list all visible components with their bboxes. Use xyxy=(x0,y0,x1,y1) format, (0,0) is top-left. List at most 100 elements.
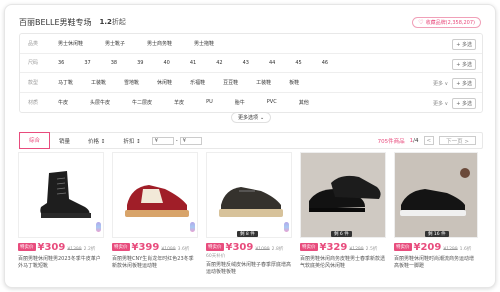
product-name[interactable]: 百丽男鞋休闲商务皮鞋男士春季新款透气软底英伦风休闲鞋 xyxy=(300,256,386,270)
product-image[interactable] xyxy=(18,152,104,238)
store-header: 百丽BELLE男鞋专场 1.2折起 ♡ 收藏品牌(2,358,207) xyxy=(19,15,481,29)
filter-row-category: 品类 男士休闲鞋 男士靴子 男士商务鞋 男士拖鞋 + 多选 xyxy=(20,34,482,54)
filter-option[interactable]: 羊皮 xyxy=(174,99,184,106)
filter-label: 品类 xyxy=(28,40,39,47)
filter-option[interactable]: 工装靴 xyxy=(91,79,106,86)
product-name[interactable]: 百丽男鞋CNY生肖龙年时红色23冬季新款休闲板鞋运动鞋 xyxy=(112,256,198,270)
product-image[interactable]: 剩 6 件 xyxy=(300,152,386,238)
filter-option[interactable]: 雪地靴 xyxy=(124,79,139,86)
filter-label: 款型 xyxy=(28,79,39,86)
filter-row-material: 材质 牛皮 头层牛皮 牛二层皮 羊皮 PU 胎牛 PVC 其他 更多 ∨ + 多… xyxy=(20,93,482,113)
product-card[interactable]: 剩 6 件 特卖价 ¥329 ¥1299 2.5折 百丽男鞋休闲商务皮鞋男士春季… xyxy=(300,152,386,284)
stock-badge: 剩 16 件 xyxy=(425,231,449,237)
product-card[interactable]: 特卖价 ¥309 ¥1399 2.2折 百丽男鞋休闲鞋男2023冬季牛皮革户外马… xyxy=(18,152,104,284)
product-grid: 特卖价 ¥309 ¥1399 2.2折 百丽男鞋休闲鞋男2023冬季牛皮革户外马… xyxy=(18,152,482,292)
original-price: ¥1099 xyxy=(161,247,176,252)
discount: 2.2折 xyxy=(83,247,96,252)
filter-option[interactable]: 43 xyxy=(243,60,249,66)
more-options-button[interactable]: 更多选项 ⌄ xyxy=(231,112,272,123)
price-max-input[interactable]: ¥ xyxy=(179,136,202,145)
discount: 1.6折 xyxy=(459,247,472,252)
discount: 2.5折 xyxy=(365,247,378,252)
filter-option[interactable]: 44 xyxy=(269,60,275,66)
filter-option[interactable]: 40 xyxy=(164,60,170,66)
color-swatch[interactable] xyxy=(96,222,101,232)
product-name[interactable]: 百丽男鞋反绒皮休闲鞋子春季厚底增高运动板鞋板鞋 xyxy=(206,262,292,276)
original-price: ¥1299 xyxy=(349,247,364,252)
sale-tag: 特卖价 xyxy=(18,243,36,251)
product-card[interactable]: 剩 16 件 特卖价 ¥209 ¥1299 1.6折 百丽男鞋休闲鞋时尚潮流商务… xyxy=(394,152,478,284)
leather-shoes-image xyxy=(301,153,385,237)
sort-comprehensive[interactable]: 综合 xyxy=(19,131,51,149)
filter-option[interactable]: 豆豆鞋 xyxy=(223,79,238,86)
chevron-down-icon: ⌄ xyxy=(260,114,265,121)
filter-option[interactable]: 39 xyxy=(137,60,143,66)
filter-option[interactable]: PU xyxy=(206,99,213,105)
more-options-label: 更多选项 xyxy=(238,115,259,121)
multi-select-button[interactable]: + 多选 xyxy=(452,58,476,70)
filter-row-style: 款型 马丁靴 工装靴 雪地靴 休闲鞋 乐福鞋 豆豆鞋 工装鞋 板鞋 更多 ∨ +… xyxy=(20,73,482,93)
filter-option[interactable]: 46 xyxy=(322,60,328,66)
price-min-input[interactable]: ¥ xyxy=(151,136,174,145)
price: ¥209 xyxy=(413,242,442,253)
filter-row-size: 尺码 36 37 38 39 40 41 42 43 44 45 46 + 多选 xyxy=(20,54,482,73)
filter-option[interactable]: 37 xyxy=(84,60,90,66)
filter-option[interactable]: 41 xyxy=(190,60,196,66)
multi-select-button[interactable]: + 多选 xyxy=(452,97,476,109)
product-name[interactable]: 百丽男鞋休闲鞋男2023冬季牛皮革户外马丁靴短靴 xyxy=(18,256,104,270)
sale-tag: 特卖价 xyxy=(206,243,224,251)
filter-option[interactable]: 休闲鞋 xyxy=(157,79,172,86)
favorite-brand-button[interactable]: ♡ 收藏品牌(2,358,207) xyxy=(412,16,481,28)
filter-option[interactable]: 38 xyxy=(111,60,117,66)
product-name[interactable]: 百丽男鞋休闲鞋时尚潮流商务运动增高板鞋一脚蹬 xyxy=(394,256,478,270)
filter-option[interactable]: 工装鞋 xyxy=(256,79,271,86)
color-swatch[interactable] xyxy=(284,222,289,232)
filter-option[interactable]: 42 xyxy=(216,60,222,66)
filter-label: 尺码 xyxy=(28,60,39,67)
multi-select-button[interactable]: + 多选 xyxy=(452,39,476,50)
filter-option[interactable]: 马丁靴 xyxy=(58,79,73,86)
filter-option[interactable]: PVC xyxy=(267,99,277,105)
filter-option[interactable]: 其他 xyxy=(299,99,309,106)
product-image[interactable]: 剩 8 件 xyxy=(206,152,292,238)
filter-option[interactable]: 45 xyxy=(295,60,301,66)
filter-option[interactable]: 牛二层皮 xyxy=(132,99,152,106)
sort-sales[interactable]: 销量 xyxy=(50,133,79,148)
stock-badge: 剩 8 件 xyxy=(237,231,258,237)
more-button[interactable]: 更多 ∨ xyxy=(433,80,448,87)
sneaker-dark-image xyxy=(207,153,291,237)
filter-option[interactable]: 头层牛皮 xyxy=(90,99,110,106)
result-count: 705件商品 xyxy=(377,138,405,145)
filter-option[interactable]: 牛皮 xyxy=(58,99,68,106)
next-page-button[interactable]: 下一页 > xyxy=(439,136,476,145)
product-image[interactable]: 剩 16 件 xyxy=(394,152,478,238)
filter-option[interactable]: 乐福鞋 xyxy=(190,79,205,86)
stock-badge: 剩 6 件 xyxy=(331,231,352,237)
sort-price[interactable]: 价格 ↕ xyxy=(79,133,114,148)
price-protect-note: 60天补价 xyxy=(206,254,226,259)
filter-option[interactable]: 36 xyxy=(58,60,64,66)
price: ¥309 xyxy=(225,242,254,253)
filter-option[interactable]: 男士商务鞋 xyxy=(147,40,172,47)
price-row: 特卖价 ¥329 ¥1299 2.5折 xyxy=(300,242,377,253)
prev-page-button[interactable]: < xyxy=(423,136,435,145)
product-card[interactable]: 特卖价 ¥399 ¥1099 3.6折 百丽男鞋CNY生肖龙年时红色23冬季新款… xyxy=(112,152,198,284)
more-button[interactable]: 更多 ∨ xyxy=(433,100,448,107)
filter-panel: 品类 男士休闲鞋 男士靴子 男士商务鞋 男士拖鞋 + 多选 尺码 36 37 3… xyxy=(19,33,483,113)
color-swatch[interactable] xyxy=(190,222,195,232)
filter-option[interactable]: 胎牛 xyxy=(235,99,245,106)
price-row: 特卖价 ¥399 ¥1099 3.6折 xyxy=(112,242,189,253)
filter-option[interactable]: 男士拖鞋 xyxy=(194,40,214,47)
original-price: ¥1299 xyxy=(443,247,458,252)
price: ¥309 xyxy=(37,242,66,253)
product-image[interactable] xyxy=(112,152,198,238)
multi-select-button[interactable]: + 多选 xyxy=(452,78,476,89)
filter-option[interactable]: 板鞋 xyxy=(289,79,299,86)
discount: 3.6折 xyxy=(177,247,190,252)
sort-discount[interactable]: 折扣 ↕ xyxy=(114,133,149,148)
product-card[interactable]: 剩 8 件 特卖价 ¥309 ¥1099 2.8折 60天补价 百丽男鞋反绒皮休… xyxy=(206,152,292,284)
filter-option[interactable]: 男士靴子 xyxy=(105,40,125,47)
price: ¥329 xyxy=(319,242,348,253)
filter-option[interactable]: 男士休闲鞋 xyxy=(58,40,83,47)
discount: 2.8折 xyxy=(271,247,284,252)
